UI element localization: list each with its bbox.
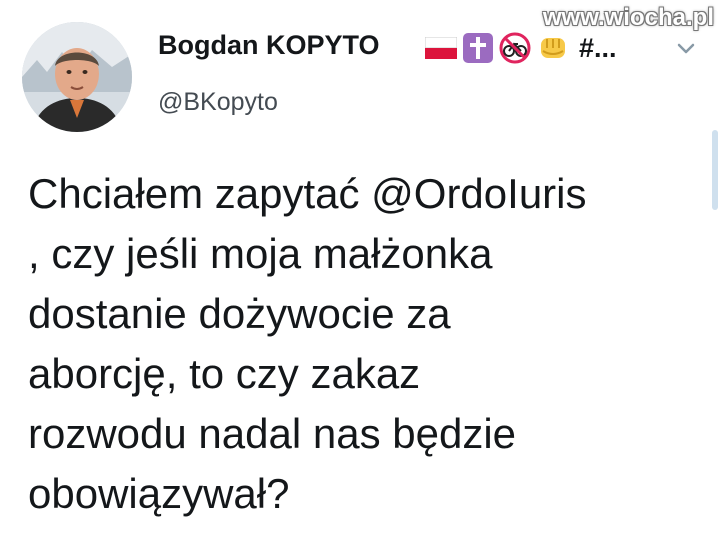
no-bicycles-icon xyxy=(499,32,531,64)
author-display-name[interactable]: Bogdan KOPYTO xyxy=(158,30,380,61)
tweet-text-line: dostanie dożywocie za xyxy=(28,290,451,337)
author-handle[interactable]: @BKopyto xyxy=(158,88,278,117)
tweet-text: Chciałem zapytać @OrdoIuris , czy jeśli … xyxy=(28,164,698,524)
tweet-text-line: obowiązywał? xyxy=(28,470,290,517)
tweet-text-line: aborcję, to czy zakaz xyxy=(28,350,421,397)
name-emojis: #... xyxy=(425,30,617,66)
avatar[interactable] xyxy=(22,22,132,132)
poland-flag-icon xyxy=(425,37,457,59)
oncoming-fist-icon xyxy=(541,38,565,58)
avatar-photo xyxy=(22,22,132,132)
name-suffix: #... xyxy=(579,32,617,63)
watermark: www.wiocha.pl xyxy=(542,4,714,31)
chevron-down-icon[interactable] xyxy=(674,36,698,60)
tweet-text-line: rozwodu nadal nas będzie xyxy=(28,410,517,457)
scrollbar[interactable] xyxy=(712,130,718,210)
tweet-text-line: , czy jeśli moja małżonka xyxy=(28,230,493,277)
latin-cross-icon xyxy=(463,33,493,63)
tweet-text-line: Chciałem zapytać @OrdoIuris xyxy=(28,170,587,217)
tweet-card: www.wiocha.pl Bogdan KOPYTO #... @BKopyt… xyxy=(0,0,720,555)
